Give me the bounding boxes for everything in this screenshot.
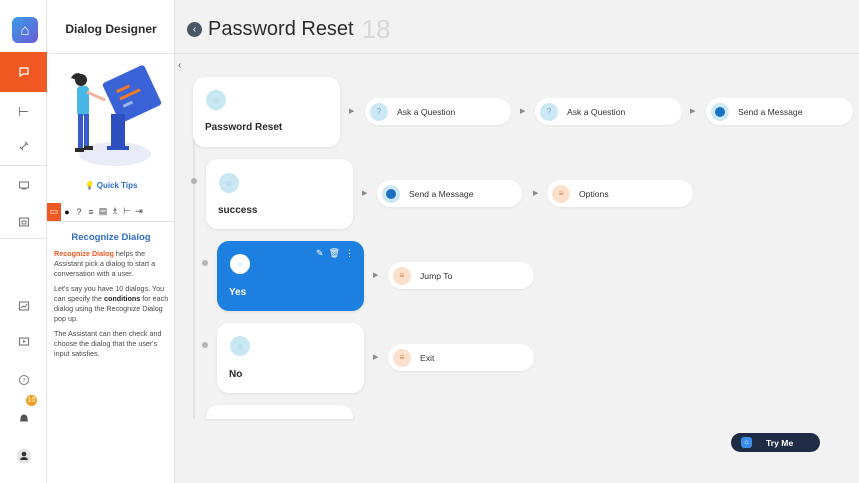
flow-connector <box>193 108 195 418</box>
card-label: Yes <box>229 287 247 298</box>
connector-dot <box>202 342 208 348</box>
tip-form-icon[interactable]: ▤ <box>97 203 109 221</box>
question-icon: ? <box>540 102 558 121</box>
quick-tips-link[interactable]: 💡 Quick Tips <box>47 181 175 190</box>
node-label: Exit <box>420 352 435 363</box>
tip-message-icon[interactable]: ● <box>61 203 73 221</box>
node-label: Ask a Question <box>567 106 626 117</box>
divider <box>0 238 47 239</box>
message-icon <box>711 102 729 121</box>
node-options[interactable]: ≡ Options <box>547 180 693 207</box>
node-label: Ask a Question <box>397 106 456 117</box>
collapse-panel-icon[interactable]: ‹ <box>178 60 181 71</box>
chat-icon: ◌ <box>230 336 250 356</box>
tip-question-icon[interactable]: ? <box>73 203 85 221</box>
back-icon[interactable]: ‹ <box>187 21 202 37</box>
help-icon[interactable]: ? <box>0 360 47 400</box>
panel-title: Dialog Designer <box>65 22 157 36</box>
lightbulb-icon: 💡 <box>84 181 95 190</box>
question-icon: ? <box>370 102 388 121</box>
node-exit[interactable]: ≡ Exit <box>388 344 534 371</box>
message-icon <box>382 184 400 203</box>
more-icon[interactable]: ⋮ <box>345 248 354 259</box>
preview-icon[interactable] <box>0 322 47 362</box>
node-label: Options <box>579 188 609 199</box>
exit-icon: ≡ <box>393 348 411 367</box>
link-icon[interactable] <box>0 126 47 166</box>
node-ask-question[interactable]: ? Ask a Question <box>535 98 682 125</box>
svg-text:?: ? <box>22 378 25 385</box>
card-actions: ✎ 🗑 ⋮ <box>316 248 354 259</box>
nav-rail: ⌂ ⊢ ? 10 <box>0 0 47 483</box>
arrow-icon: ▶ <box>373 272 379 279</box>
dialog-designer-panel: Dialog Designer 💡 Quick Tips ▭ ● ? ≡ ▤ ♗… <box>47 0 175 483</box>
arrow-icon: ▶ <box>373 354 379 361</box>
delete-icon[interactable]: 🗑 <box>329 248 340 259</box>
arrow-icon: ▶ <box>349 108 355 115</box>
chat-icon[interactable] <box>0 52 47 92</box>
dialog-card-yes[interactable]: ◌ Yes ✎ 🗑 ⋮ <box>217 241 364 311</box>
node-send-message[interactable]: Send a Message <box>377 180 522 207</box>
arrow-icon: ▶ <box>533 190 539 197</box>
options-icon: ≡ <box>552 184 570 203</box>
dialog-card-partial[interactable] <box>206 405 353 419</box>
tips-toolbar: ▭ ● ? ≡ ▤ ♗ ⊢ ⇥ <box>47 202 175 222</box>
tip-entity-icon[interactable]: ♗ <box>109 203 121 221</box>
node-label: Jump To <box>420 270 453 281</box>
notifications-icon[interactable]: 10 <box>0 395 47 438</box>
tip-emphasis: conditions <box>103 294 141 303</box>
tip-flow-icon[interactable]: ⊢ <box>121 203 133 221</box>
user-avatar-icon[interactable] <box>0 436 47 476</box>
divider <box>175 53 859 54</box>
dialog-canvas: ‹ Password Reset 18 ‹ ◌ Password Reset ▶… <box>175 0 859 483</box>
dialog-card-password-reset[interactable]: ◌ Password Reset <box>193 77 340 147</box>
chat-icon: ◌ <box>230 254 250 274</box>
chat-icon: ◌ <box>206 90 226 110</box>
chat-icon: ◌ <box>219 173 239 193</box>
edit-icon[interactable]: ✎ <box>316 248 324 259</box>
arrow-icon: ▶ <box>690 108 696 115</box>
dialog-card-success[interactable]: ◌ success <box>206 159 353 229</box>
node-label: Send a Message <box>409 188 474 199</box>
archive-icon[interactable] <box>0 202 47 242</box>
card-label: success <box>218 205 258 216</box>
tip-exit-icon[interactable]: ⇥ <box>133 203 145 221</box>
train-icon[interactable] <box>0 165 47 205</box>
try-me-label: Try Me <box>766 437 794 448</box>
page-title: Password Reset <box>208 17 354 40</box>
app-logo-icon: ⌂ <box>741 437 752 448</box>
tip-chat-icon[interactable]: ▭ <box>47 202 61 221</box>
jump-icon: ≡ <box>393 266 411 285</box>
tip-body: Recognize Dialog helps the Assistant pic… <box>54 249 170 364</box>
tip-highlight: Recognize Dialog <box>54 249 114 258</box>
card-label: Password Reset <box>205 122 283 133</box>
app-logo-icon[interactable]: ⌂ <box>12 17 38 43</box>
connector-dot <box>202 260 208 266</box>
page-header: ‹ Password Reset 18 <box>175 6 859 52</box>
arrow-icon: ▶ <box>520 108 526 115</box>
dialog-card-no[interactable]: ◌ No <box>217 323 364 393</box>
analytics-icon[interactable] <box>0 286 47 326</box>
notification-count-badge: 10 <box>26 395 37 406</box>
arrow-icon: ▶ <box>362 190 368 197</box>
tip-title: Recognize Dialog <box>71 232 151 243</box>
connector-dot <box>191 178 197 184</box>
tip-text: The Assistant can then check and choose … <box>54 329 162 358</box>
try-me-button[interactable]: ⌂ Try Me <box>731 433 820 452</box>
card-label: No <box>229 369 243 380</box>
node-send-message[interactable]: Send a Message <box>706 98 853 125</box>
illustration-image <box>71 65 162 166</box>
tip-options-icon[interactable]: ≡ <box>85 203 97 221</box>
node-label: Send a Message <box>738 106 803 117</box>
node-jump-to[interactable]: ≡ Jump To <box>388 262 534 289</box>
node-ask-question[interactable]: ? Ask a Question <box>365 98 511 125</box>
quick-tips-label: Quick Tips <box>96 181 138 190</box>
node-count: 18 <box>361 13 391 44</box>
